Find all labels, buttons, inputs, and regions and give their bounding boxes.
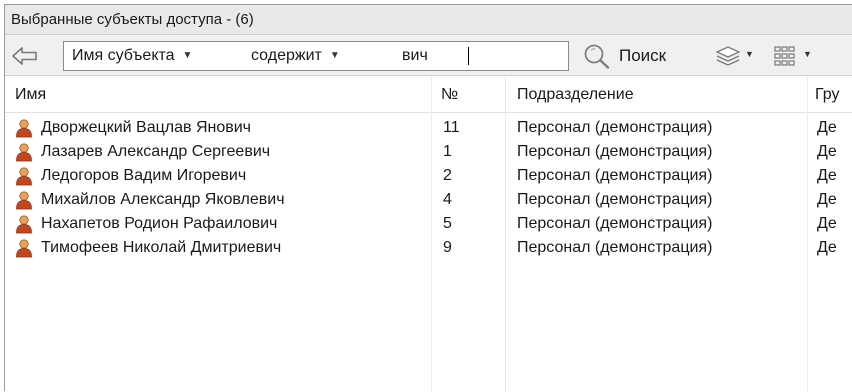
table-row[interactable]: Ледогоров Вадим Игоревич 2 Персонал (дем…: [5, 164, 852, 188]
filter-field-dropdown[interactable]: Имя субъекта ▼: [72, 42, 192, 70]
filter-operator-label: содержит: [251, 47, 322, 64]
row-department: Персонал (демонстрация): [517, 239, 713, 256]
row-department: Персонал (демонстрация): [517, 119, 713, 136]
row-group: Де: [817, 143, 837, 160]
row-name: Нахапетов Родион Рафаилович: [41, 215, 278, 232]
filter-operator-dropdown[interactable]: содержит ▼: [251, 42, 340, 70]
filter-input[interactable]: Имя субъекта ▼ содержит ▼ вич: [63, 41, 569, 71]
column-header-department[interactable]: Подразделение: [517, 76, 634, 113]
row-name: Лазарев Александр Сергеевич: [41, 143, 271, 160]
layers-icon: [715, 46, 741, 66]
table-row[interactable]: Нахапетов Родион Рафаилович 5 Персонал (…: [5, 212, 852, 236]
filter-toolbar: Имя субъекта ▼ содержит ▼ вич Поиск ▼ ▼: [5, 35, 852, 76]
row-number: 11: [443, 119, 460, 136]
column-header-name[interactable]: Имя: [15, 76, 46, 113]
grid-view-dropdown-button[interactable]: ▼: [773, 45, 817, 67]
table-header: Имя № Подразделение Гру: [5, 76, 852, 113]
row-group: Де: [817, 119, 837, 136]
panel-title: Выбранные субъекты доступа - (6): [5, 5, 852, 35]
grid-view-icon: [774, 46, 795, 66]
row-name: Ледогоров Вадим Игоревич: [41, 167, 247, 184]
user-icon: [16, 239, 32, 258]
table-row[interactable]: Михайлов Александр Яковлевич 4 Персонал …: [5, 188, 852, 212]
row-name: Тимофеев Николай Дмитриевич: [41, 239, 282, 256]
selected-subjects-panel: Выбранные субъекты доступа - (6) Имя суб…: [4, 4, 852, 392]
user-icon: [16, 167, 32, 186]
row-group: Де: [817, 215, 837, 232]
filter-value-text[interactable]: вич: [402, 42, 428, 70]
user-icon: [16, 215, 32, 234]
row-number: 4: [443, 191, 452, 208]
search-button-label: Поиск: [619, 46, 667, 65]
row-group: Де: [817, 239, 837, 256]
row-name: Михайлов Александр Яковлевич: [41, 191, 285, 208]
table-row[interactable]: Дворжецкий Вацлав Янович 11 Персонал (де…: [5, 116, 852, 140]
chevron-down-icon: ▼: [329, 50, 340, 61]
arrow-left-icon: [12, 47, 37, 65]
layers-dropdown-button[interactable]: ▼: [715, 45, 759, 67]
chevron-down-icon: ▼: [745, 49, 754, 59]
row-department: Персонал (демонстрация): [517, 215, 713, 232]
row-number: 1: [443, 143, 452, 160]
row-number: 2: [443, 167, 452, 184]
row-department: Персонал (демонстрация): [517, 143, 713, 160]
row-name: Дворжецкий Вацлав Янович: [41, 119, 252, 136]
row-number: 5: [443, 215, 452, 232]
column-header-group[interactable]: Гру: [815, 76, 839, 113]
filter-field-label: Имя субъекта: [72, 47, 175, 64]
search-icon: [584, 44, 610, 69]
column-header-number[interactable]: №: [441, 76, 458, 113]
row-department: Персонал (демонстрация): [517, 167, 713, 184]
back-button[interactable]: [11, 45, 39, 67]
user-icon: [16, 143, 32, 162]
row-number: 9: [443, 239, 452, 256]
row-group: Де: [817, 191, 837, 208]
user-icon: [16, 191, 32, 210]
text-caret: [468, 47, 469, 65]
chevron-down-icon: ▼: [803, 49, 812, 59]
chevron-down-icon: ▼: [182, 50, 193, 61]
subjects-list: Дворжецкий Вацлав Янович 11 Персонал (де…: [5, 113, 852, 260]
row-department: Персонал (демонстрация): [517, 191, 713, 208]
table-row[interactable]: Лазарев Александр Сергеевич 1 Персонал (…: [5, 140, 852, 164]
user-icon: [16, 119, 32, 138]
table-row[interactable]: Тимофеев Николай Дмитриевич 9 Персонал (…: [5, 236, 852, 260]
row-group: Де: [817, 167, 837, 184]
